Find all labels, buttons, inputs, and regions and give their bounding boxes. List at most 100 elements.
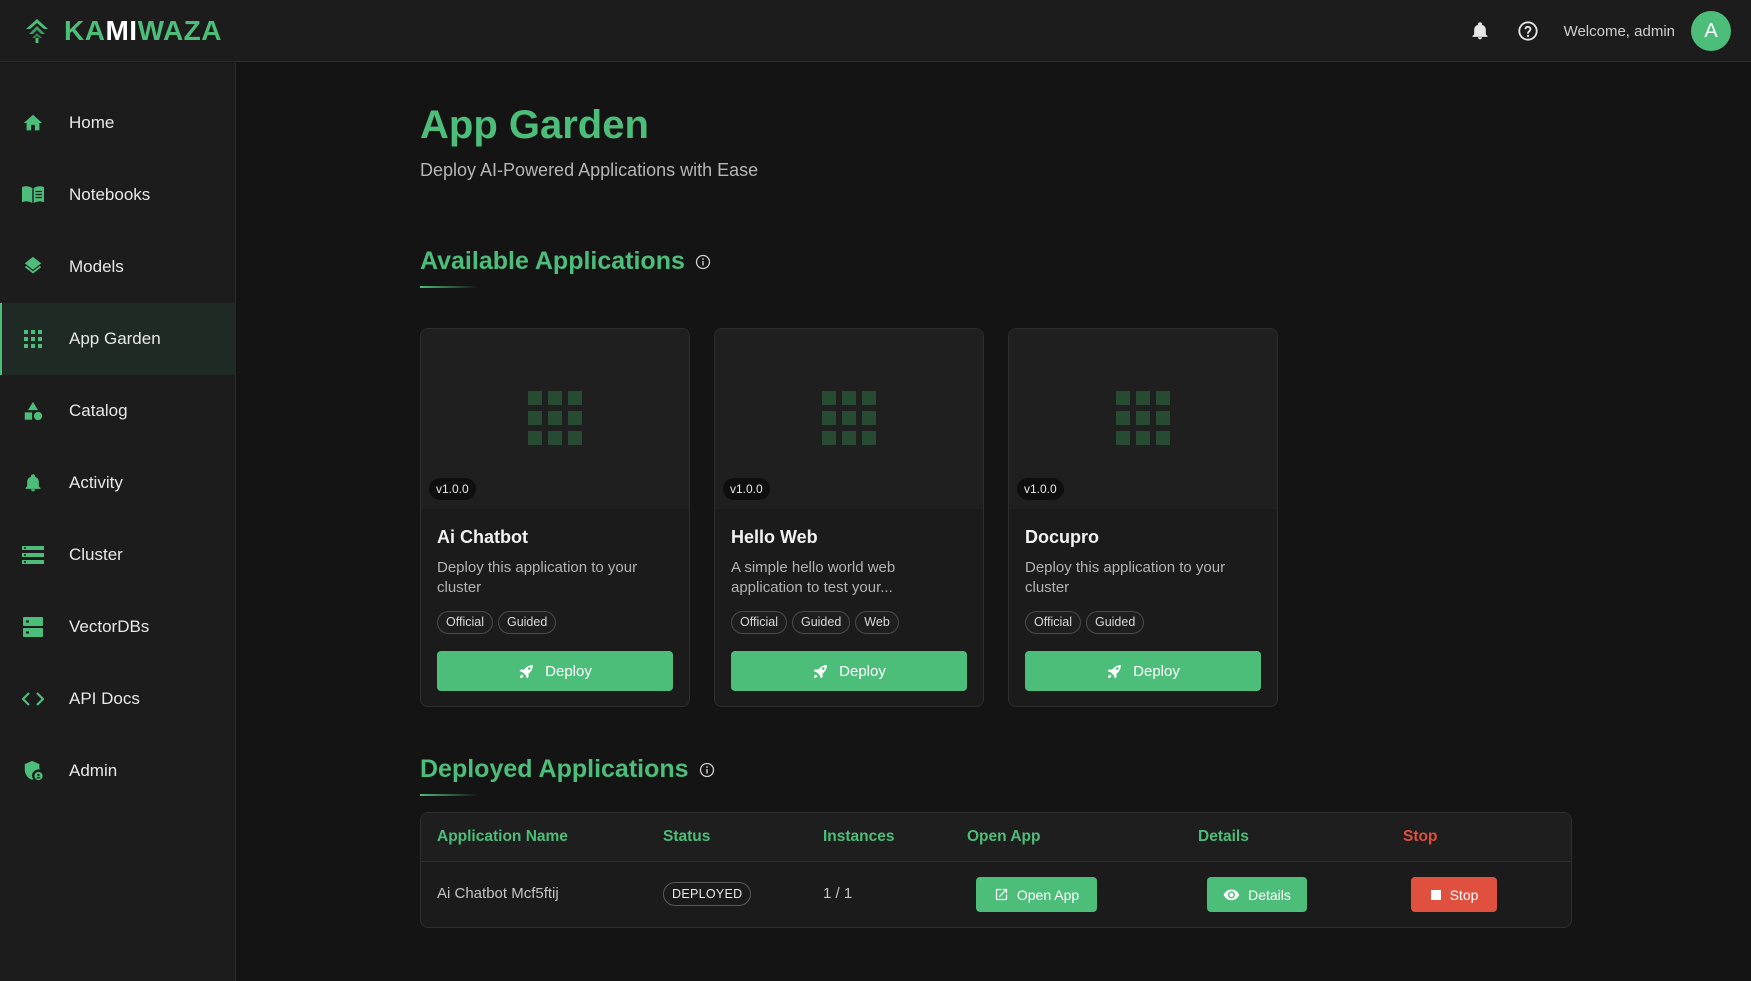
app-card-description: Deploy this application to your cluster [1025,559,1226,596]
deployed-applications-heading: Deployed Applications [420,755,715,784]
tag-list: Official Guided [1025,611,1149,634]
app-card-description: A simple hello world web application to … [731,559,896,596]
sidebar-item-label: Catalog [69,401,128,420]
deploy-button[interactable]: Deploy [1025,651,1261,691]
logo[interactable]: KAMIWAZA [22,15,222,47]
app-card-name: Hello Web [731,527,818,547]
deploy-button[interactable]: Deploy [731,651,967,691]
sidebar-item-label: Admin [69,761,118,780]
sidebar-item-notebooks[interactable]: Notebooks [0,159,236,231]
page-title: App Garden [420,103,649,147]
column-header: Open App [967,828,1041,845]
version-badge: v1.0.0 [1017,478,1064,500]
sidebar-item-label: Home [69,113,115,132]
stop-icon [1430,889,1441,900]
eye-icon [1223,889,1240,901]
tag: Guided [497,611,557,634]
header-actions: Welcome, admin A [1468,10,1731,52]
app-card-name: Docupro [1025,527,1099,547]
info-icon[interactable] [695,254,711,270]
status-badge: DEPLOYED [663,882,752,906]
apps-grid-icon [1116,391,1170,445]
app-card-ai-chatbot[interactable]: v1.0.0 Ai Chatbot Deploy this applicatio… [420,328,690,707]
sidebar-item-app-garden[interactable]: App Garden [0,303,236,375]
app-card-image: v1.0.0 [715,329,983,509]
app-card-image: v1.0.0 [1009,329,1277,509]
application-name-cell: Ai Chatbot Mcf5ftij [437,885,559,902]
sidebar-item-label: Models [69,257,124,276]
column-header: Application Name [437,828,568,845]
sidebar-item-label: Activity [69,473,123,492]
welcome-text: Welcome, admin [1563,22,1675,40]
apps-grid-icon [528,391,582,445]
database-icon [21,615,45,639]
sidebar-item-api-docs[interactable]: API Docs [0,663,236,735]
logo-mark-icon [26,18,48,43]
sidebar-item-label: VectorDBs [69,617,150,636]
app-card-hello-web[interactable]: v1.0.0 Hello Web A simple hello world we… [714,328,984,707]
tag: Web [855,611,899,634]
top-bar: KAMIWAZA Welcome, admin A [0,0,1751,62]
sidebar-item-label: App Garden [69,329,161,348]
shapes-icon [21,399,45,423]
sidebar-item-label: API Docs [69,689,140,708]
tag: Official [731,611,787,634]
info-icon[interactable] [699,762,715,778]
table-header: Application Name Status Instances Open A… [421,813,1571,862]
admin-shield-icon [21,759,45,783]
bell-icon [21,471,45,495]
open-app-button[interactable]: Open App [976,877,1097,912]
sidebar-item-label: Notebooks [69,185,151,204]
external-link-icon [995,888,1007,901]
tag: Guided [1085,611,1145,634]
logo-text: KAMIWAZA [64,14,222,46]
book-icon [21,183,45,207]
sidebar-item-vectordbs[interactable]: VectorDBs [0,591,236,663]
rocket-icon [519,664,534,679]
details-button[interactable]: Details [1207,877,1307,912]
sidebar-item-home[interactable]: Home [0,87,236,159]
stop-button[interactable]: Stop [1411,877,1497,912]
instances-cell: 1 / 1 [823,885,853,902]
apps-grid-icon [822,391,876,445]
app-card-name: Ai Chatbot [437,527,528,547]
sidebar-item-models[interactable]: Models [0,231,236,303]
help-icon[interactable] [1516,19,1540,43]
section-underline [420,286,478,288]
sidebar-item-label: Cluster [69,545,123,564]
sidebar: Home Notebooks Models App Garden Catalog… [0,63,236,981]
tag-list: Official Guided Web [731,611,904,634]
layers-icon [21,255,45,279]
avatar[interactable]: A [1691,11,1731,51]
column-header: Status [663,828,711,845]
sidebar-item-catalog[interactable]: Catalog [0,375,236,447]
sidebar-item-admin[interactable]: Admin [0,735,236,807]
rocket-icon [813,664,828,679]
section-underline [420,794,478,796]
tag: Guided [791,611,851,634]
available-applications-heading: Available Applications [420,247,711,276]
tag: Official [1025,611,1081,634]
deploy-button[interactable]: Deploy [437,651,673,691]
version-badge: v1.0.0 [723,478,770,500]
tag: Official [437,611,493,634]
bell-icon[interactable] [1468,19,1492,43]
code-icon [21,687,45,711]
rocket-icon [1107,664,1122,679]
deployed-applications-table: Application Name Status Instances Open A… [420,812,1572,928]
sidebar-item-cluster[interactable]: Cluster [0,519,236,591]
home-icon [21,111,45,135]
app-card-description: Deploy this application to your cluster [437,559,638,596]
app-card-image: v1.0.0 [421,329,689,509]
column-header: Stop [1403,828,1438,845]
server-list-icon [21,543,45,567]
apps-grid-icon [21,327,45,351]
main-content: App Garden Deploy AI-Powered Application… [237,63,1751,981]
column-header: Details [1198,828,1249,845]
tag-list: Official Guided [437,611,561,634]
column-header: Instances [823,828,895,845]
version-badge: v1.0.0 [429,478,476,500]
page-subtitle: Deploy AI-Powered Applications with Ease [420,160,759,180]
sidebar-item-activity[interactable]: Activity [0,447,236,519]
app-card-docupro[interactable]: v1.0.0 Docupro Deploy this application t… [1008,328,1278,707]
